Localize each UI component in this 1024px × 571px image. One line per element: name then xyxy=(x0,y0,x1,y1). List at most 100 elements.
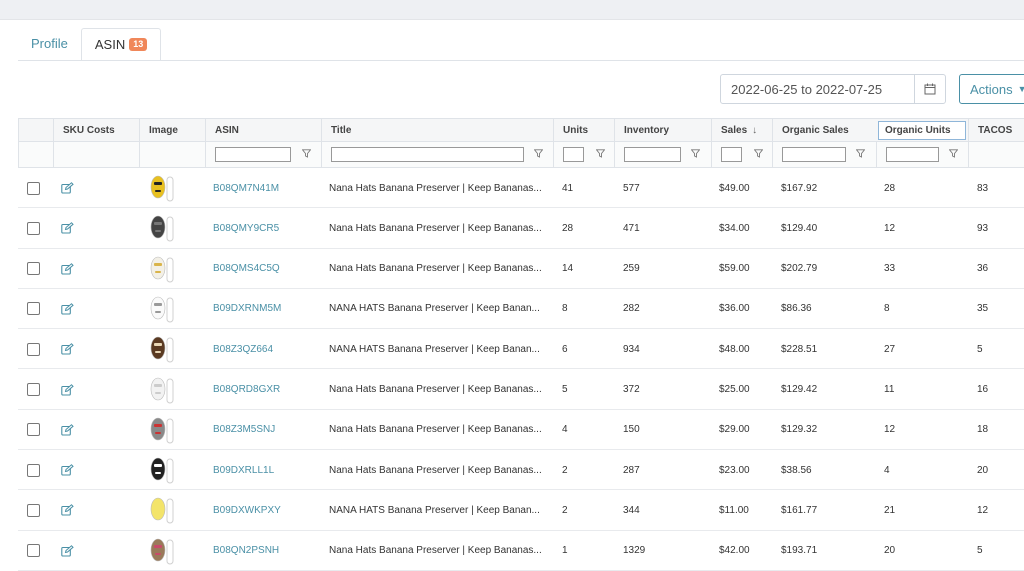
edit-icon[interactable] xyxy=(61,504,74,516)
product-thumbnail[interactable] xyxy=(146,254,180,284)
edit-icon[interactable] xyxy=(61,423,74,436)
asin-link[interactable]: B08QMS4C5Q xyxy=(213,249,318,289)
row-checkbox[interactable] xyxy=(27,221,40,235)
asin-link[interactable]: B08QRD8GXR xyxy=(213,370,318,410)
title-cell: Nana Hats Banana Preserver | Keep Banana… xyxy=(329,545,542,557)
edit-icon[interactable] xyxy=(61,182,74,194)
filter-icon[interactable] xyxy=(754,149,763,158)
row-checkbox[interactable] xyxy=(27,262,40,276)
column-header-tacos[interactable]: TACOS xyxy=(968,119,1024,141)
product-thumbnail[interactable] xyxy=(146,213,180,243)
filter-icon[interactable] xyxy=(691,149,700,158)
table-row: B08QMY9CR5 Nana Hats Banana Preserver | … xyxy=(18,208,1024,249)
column-header-organic-sales[interactable]: Organic Sales xyxy=(772,119,876,141)
sku-costs-cell xyxy=(61,289,101,329)
asin-link[interactable]: B08QM7N41M xyxy=(213,168,318,208)
organic-sales-cell: $161.77 xyxy=(781,504,818,516)
asin-link[interactable]: B09DXWKPXY xyxy=(213,490,318,530)
product-thumbnail[interactable] xyxy=(146,334,180,364)
title-cell: Nana Hats Banana Preserver | Keep Banana… xyxy=(329,384,542,395)
organic-sales-cell: $129.32 xyxy=(781,424,818,436)
tab-asin[interactable]: ASIN 13 xyxy=(80,28,162,61)
row-select-cell xyxy=(27,168,47,208)
organic-sales-filter-input[interactable] xyxy=(782,147,846,162)
organic-units-cell: 12 xyxy=(884,222,896,234)
table-filter-row xyxy=(18,142,1024,168)
filter-icon[interactable] xyxy=(302,149,311,158)
product-thumbnail[interactable] xyxy=(146,375,180,405)
asin-link[interactable]: B08QMY9CR5 xyxy=(213,208,318,248)
product-thumbnail[interactable] xyxy=(146,415,180,445)
column-header-asin[interactable]: ASIN xyxy=(205,119,321,141)
product-thumbnail[interactable] xyxy=(146,455,180,485)
image-cell xyxy=(146,531,186,571)
asin-link[interactable]: B09DXRLL1L xyxy=(213,450,318,490)
edit-icon[interactable] xyxy=(61,464,74,476)
row-checkbox[interactable] xyxy=(27,302,40,316)
column-header-title[interactable]: Title xyxy=(321,119,553,141)
product-thumbnail[interactable] xyxy=(146,495,180,525)
filter-icon[interactable] xyxy=(949,149,958,158)
edit-icon[interactable] xyxy=(61,383,74,396)
title-cell: NANA HATS Banana Preserver | Keep Banan.… xyxy=(329,303,540,315)
column-header-sku-costs[interactable]: SKU Costs xyxy=(53,119,139,141)
product-thumbnail[interactable] xyxy=(146,294,180,324)
row-checkbox[interactable] xyxy=(27,544,40,558)
organic-units-cell: 4 xyxy=(884,464,890,476)
tab-profile[interactable]: Profile xyxy=(18,27,81,60)
edit-icon[interactable] xyxy=(61,222,74,234)
units-cell: 8 xyxy=(562,303,568,315)
filter-cell-inventory xyxy=(614,142,711,167)
column-header-image[interactable]: Image xyxy=(139,119,205,141)
product-thumbnail[interactable] xyxy=(146,173,180,203)
actions-dropdown-button[interactable]: Actions ▼ xyxy=(959,74,1024,104)
count-badge: 13 xyxy=(129,38,148,51)
tacos-cell: 5 xyxy=(977,343,983,355)
asin-link[interactable]: B08Z3QZ664 xyxy=(213,329,318,369)
date-range-input[interactable] xyxy=(721,75,914,103)
column-header-inventory[interactable]: Inventory xyxy=(614,119,711,141)
row-checkbox[interactable] xyxy=(27,181,40,195)
asin-link[interactable]: B08Z3M5SNJ xyxy=(213,410,318,450)
sales-filter-input[interactable] xyxy=(721,147,742,162)
filter-icon[interactable] xyxy=(596,149,605,158)
table-row: B09DXRNM5M NANA HATS Banana Preserver | … xyxy=(18,288,1024,330)
image-cell xyxy=(146,450,186,490)
tacos-cell: 35 xyxy=(977,303,989,315)
edit-icon[interactable] xyxy=(61,303,74,315)
row-checkbox[interactable] xyxy=(27,463,40,477)
column-header-units[interactable]: Units xyxy=(553,119,614,141)
units-cell: 2 xyxy=(562,464,568,476)
organic-units-filter-input[interactable] xyxy=(886,147,939,162)
filter-icon[interactable] xyxy=(856,149,865,158)
sales-cell: $42.00 xyxy=(719,545,750,557)
organic-units-cell: 8 xyxy=(884,303,890,315)
organic-units-cell: 27 xyxy=(884,343,896,355)
asin-link[interactable]: B09DXRNM5M xyxy=(213,289,318,329)
organic-sales-cell: $228.51 xyxy=(781,343,818,355)
filter-icon[interactable] xyxy=(534,149,543,158)
edit-icon[interactable] xyxy=(61,343,74,355)
asin-link[interactable]: B08QN2PSNH xyxy=(213,531,318,571)
column-header-label: Units xyxy=(563,124,588,136)
edit-icon[interactable] xyxy=(61,262,74,275)
units-cell: 1 xyxy=(562,545,568,557)
title-filter-input[interactable] xyxy=(331,147,524,162)
row-checkbox[interactable] xyxy=(27,423,40,437)
tacos-cell: 93 xyxy=(977,222,989,234)
column-header-label: SKU Costs xyxy=(63,124,115,136)
tab-divider xyxy=(18,60,1024,61)
edit-icon[interactable] xyxy=(61,544,74,557)
row-checkbox[interactable] xyxy=(27,503,40,517)
row-checkbox[interactable] xyxy=(27,383,40,396)
row-checkbox[interactable] xyxy=(27,342,40,356)
units-filter-input[interactable] xyxy=(563,147,584,162)
asin-filter-input[interactable] xyxy=(215,147,291,162)
column-header-sales[interactable]: Sales ↓ xyxy=(711,119,772,141)
calendar-button[interactable] xyxy=(914,75,945,103)
inventory-filter-input[interactable] xyxy=(624,147,681,162)
column-header-organic-units[interactable]: Organic Units xyxy=(878,121,966,140)
product-thumbnail[interactable] xyxy=(146,536,180,566)
organic-sales-cell: $202.79 xyxy=(781,263,818,275)
sku-costs-cell xyxy=(61,249,101,289)
